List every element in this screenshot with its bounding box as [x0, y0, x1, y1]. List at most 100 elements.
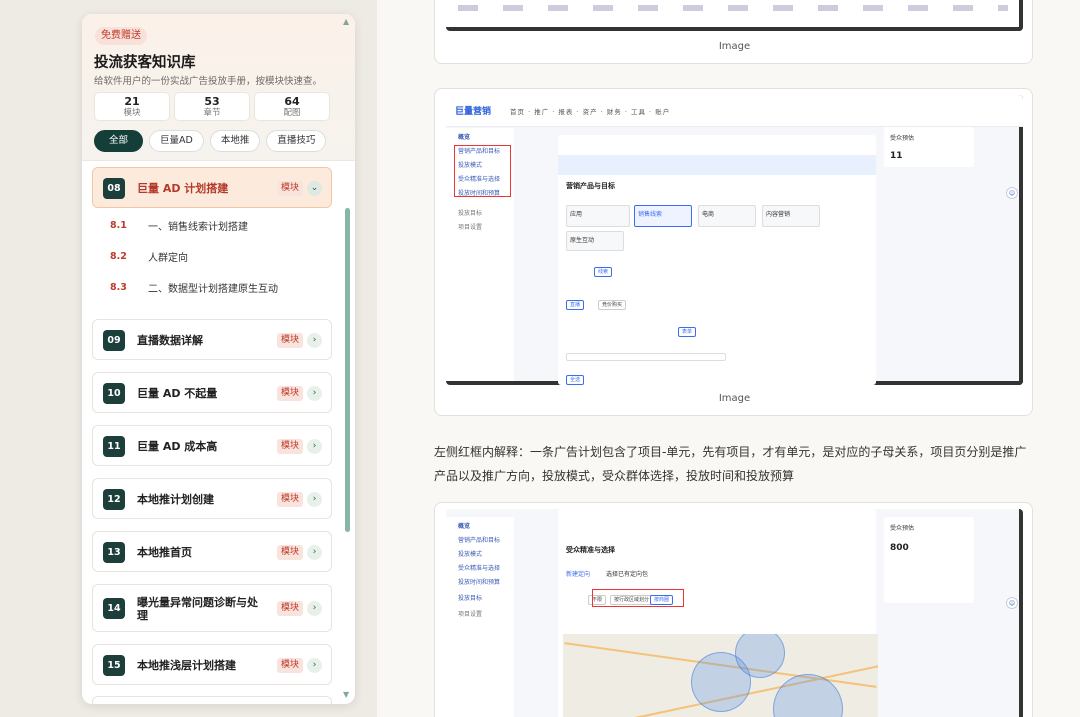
module-title: 巨量 AD 不起量 — [137, 387, 218, 400]
red-highlight-box — [454, 145, 511, 197]
figure-2-image: 巨量营销 首页 · 推广 · 报表 · 资产 · 财务 · 工具 · 账户 概览… — [446, 95, 1023, 385]
assistant-icon: ☺ — [1006, 187, 1018, 199]
figure-3: 概览 营销产品和目标 投放模式 受众精准与选择 投放时间和预算 投放目标 项目设… — [434, 502, 1033, 717]
module-number: 14 — [103, 598, 125, 619]
stats-row: 21 模块 53 章节 64 配图 — [94, 92, 330, 121]
module-title: 巨量 AD 成本高 — [137, 440, 218, 453]
chevron-right-icon[interactable]: › — [307, 333, 322, 348]
mock-logo: 巨量营销 — [455, 107, 492, 117]
module-card-11[interactable]: 11 巨量 AD 成本高 模块 › — [92, 425, 332, 466]
filter-live-tips[interactable]: 直播技巧 — [266, 130, 327, 152]
stat-chapters-num: 53 — [204, 95, 220, 108]
module-tag: 模块 — [277, 386, 304, 401]
mock-option-label: 电商 — [702, 211, 715, 218]
mock-side-item: 投放时间和预算 — [458, 579, 501, 586]
mock-side-item: 项目设置 — [458, 611, 483, 618]
filter-local-push[interactable]: 本地推 — [209, 130, 261, 152]
mock-option-label: 应用 — [570, 211, 583, 218]
module-tag: 模块 — [277, 181, 304, 196]
module-title: 本地推首页 — [137, 546, 192, 559]
explanation-paragraph: 左侧红框内解释：一条广告计划包含了项目-单元，先有项目，才有单元，是对应的子母关… — [434, 445, 1027, 483]
mock-option-label: 销售线索 — [638, 211, 663, 218]
chevron-right-icon[interactable]: › — [307, 492, 322, 507]
module-list: 08 巨量 AD 计划搭建 模块 ⌄ 8.1 一、销售线索计划搭建 8.2 人群定向… — [82, 160, 355, 704]
mock-option: 原生互动 — [566, 231, 624, 251]
figure-1: Image — [434, 0, 1033, 64]
mock-option-label: 内容营销 — [766, 211, 791, 218]
module-card-15[interactable]: 15 本地推浅层计划搭建 模块 › — [92, 644, 332, 685]
mock-panel-title: 受众精准与选择 — [566, 546, 615, 554]
mock-nav: 首页 · 推广 · 报表 · 资产 · 财务 · 工具 · 账户 — [510, 108, 671, 116]
mock-side-item: 项目设置 — [458, 224, 483, 231]
chevron-right-icon[interactable]: › — [307, 658, 322, 673]
module-title: 直播数据详解 — [137, 334, 203, 347]
sub-item-num: 8.2 — [110, 250, 127, 262]
mock-side-item: 概览 — [458, 523, 471, 530]
chevron-right-icon[interactable]: › — [307, 545, 322, 560]
module-title: 巨量 AD 计划搭建 — [137, 182, 229, 195]
scroll-up-arrow-icon[interactable]: ▲ — [343, 17, 349, 26]
module-number: 08 — [103, 178, 125, 199]
module-card-16[interactable] — [92, 696, 332, 704]
mock-select — [566, 353, 726, 361]
stat-modules-num: 21 — [124, 95, 140, 108]
module-title: 曝光量异常问题诊断与处理 — [137, 596, 258, 622]
chevron-right-icon[interactable]: › — [307, 386, 322, 401]
module-number: 13 — [103, 542, 125, 563]
stat-images-label: 配图 — [283, 108, 301, 118]
mock-option: 内容营销 — [762, 205, 820, 227]
sub-item-num: 8.3 — [110, 281, 127, 293]
module-tag: 模块 — [277, 439, 304, 454]
filter-all[interactable]: 全部 — [94, 130, 144, 152]
sub-item-8-2[interactable]: 8.2 人群定向 — [110, 246, 188, 266]
mock-pill: 线索 — [594, 267, 613, 277]
figure-2: 巨量营销 首页 · 推广 · 报表 · 资产 · 财务 · 工具 · 账户 概览… — [434, 88, 1033, 416]
module-tag: 模块 — [277, 545, 304, 560]
sub-item-8-3[interactable]: 8.3 二、数据型计划搭建原生互动 — [110, 277, 278, 297]
mock-panel-title: 营销产品与目标 — [566, 182, 615, 190]
module-card-13[interactable]: 13 本地推首页 模块 › — [92, 531, 332, 572]
sub-item-title: 一、销售线索计划搭建 — [148, 221, 248, 233]
mock-right-title: 受众预估 — [890, 135, 915, 142]
module-card-09[interactable]: 09 直播数据详解 模块 › — [92, 319, 332, 360]
mock-tab: 新建定向 — [566, 571, 591, 578]
module-tag: 模块 — [277, 658, 304, 673]
stat-chapters-label: 章节 — [203, 108, 221, 118]
mock-option-label: 原生互动 — [570, 237, 595, 244]
sub-item-8-1[interactable]: 8.1 一、销售线索计划搭建 — [110, 215, 248, 235]
module-card-08[interactable]: 08 巨量 AD 计划搭建 模块 ⌄ — [92, 167, 332, 208]
filter-tabs: 全部 巨量AD 本地推 直播技巧 — [94, 130, 327, 152]
mock-right-number: 800 — [890, 543, 909, 553]
mock-right-panel: 受众预估 800 — [884, 517, 974, 603]
module-number: 15 — [103, 655, 125, 676]
module-number: 09 — [103, 330, 125, 351]
sidebar-title: 投流获客知识库 — [94, 55, 196, 71]
module-card-14[interactable]: 14 曝光量异常问题诊断与处理 模块 › — [92, 584, 332, 632]
mock-pill: 竞价购买 — [598, 300, 627, 310]
mock-side-item: 受众精准与选择 — [458, 565, 501, 572]
sidebar-subtitle: 给软件用户的一份实战广告投放手册，按模块快速查。 — [94, 76, 323, 87]
mock-side-item: 营销产品和目标 — [458, 537, 501, 544]
scroll-down-arrow-icon[interactable]: ▼ — [343, 690, 349, 699]
figure-1-image — [446, 0, 1023, 31]
chevron-right-icon[interactable]: › — [307, 439, 322, 454]
scrollbar-thumb[interactable] — [345, 208, 350, 532]
figure-3-image: 概览 营销产品和目标 投放模式 受众精准与选择 投放时间和预算 投放目标 项目设… — [446, 509, 1023, 717]
chevron-down-icon[interactable]: ⌄ — [307, 181, 322, 196]
mock-option: 电商 — [698, 205, 756, 227]
mock-tab: 选择已有定向包 — [606, 571, 649, 578]
module-card-10[interactable]: 10 巨量 AD 不起量 模块 › — [92, 372, 332, 413]
sub-item-title: 二、数据型计划搭建原生互动 — [148, 283, 278, 295]
mock-side-nav: 概览 营销产品和目标 投放模式 受众精准与选择 投放时间和预算 投放目标 项目设… — [446, 517, 514, 717]
mock-side-item: 投放目标 — [458, 210, 483, 217]
sidebar-header: 免费赠送 投流获客知识库 给软件用户的一份实战广告投放手册，按模块快速查。 21… — [82, 14, 355, 160]
stat-modules: 21 模块 — [94, 92, 170, 121]
chevron-right-icon[interactable]: › — [307, 601, 322, 616]
stat-modules-label: 模块 — [123, 108, 141, 118]
mock-right-title: 受众预估 — [890, 525, 915, 532]
mock-pill: 全选 — [566, 375, 585, 385]
knowledge-base-sidebar: 免费赠送 投流获客知识库 给软件用户的一份实战广告投放手册，按模块快速查。 21… — [82, 14, 355, 704]
stat-images-num: 64 — [284, 95, 300, 108]
filter-juliang-ad[interactable]: 巨量AD — [149, 130, 204, 152]
module-card-12[interactable]: 12 本地推计划创建 模块 › — [92, 478, 332, 519]
